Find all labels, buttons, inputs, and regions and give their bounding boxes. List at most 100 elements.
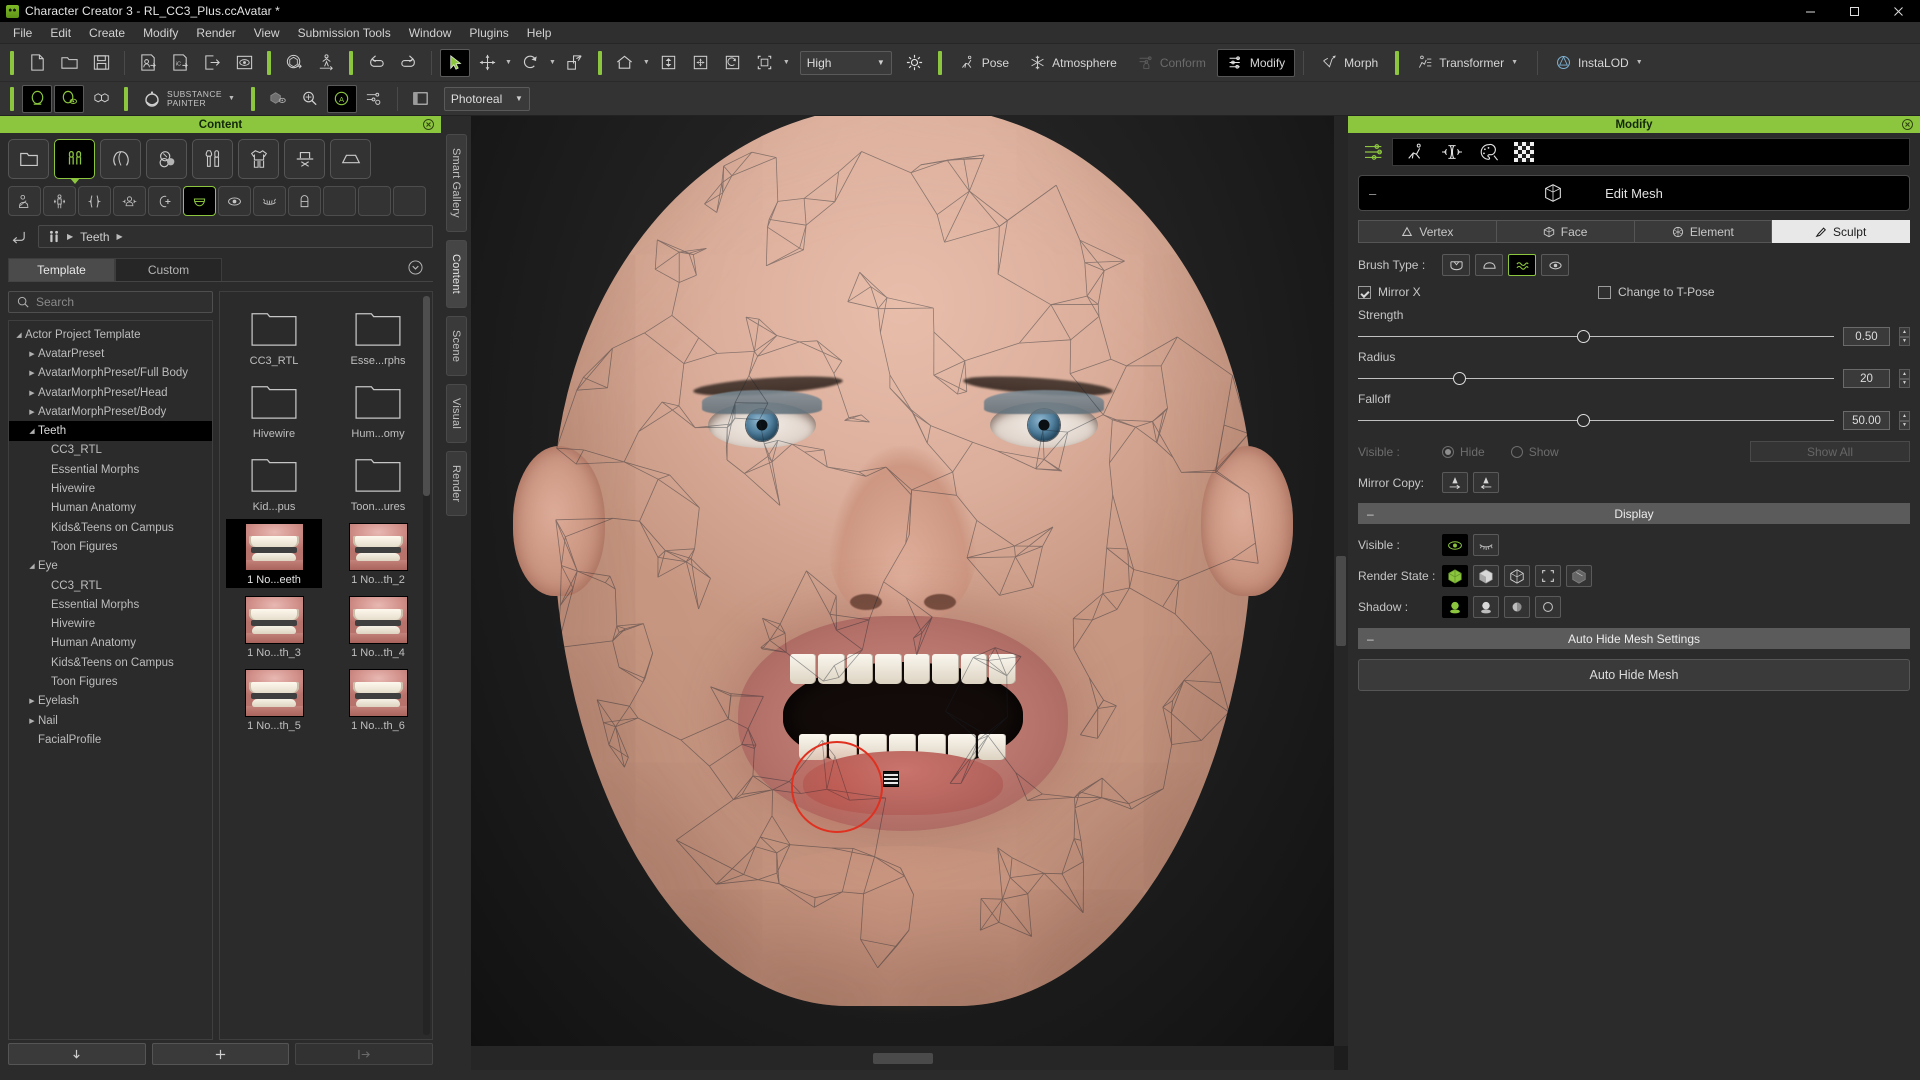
auto-hide-section-header[interactable]: – Auto Hide Mesh Settings: [1358, 628, 1910, 649]
head-morph-icon[interactable]: [113, 186, 146, 216]
menu-file[interactable]: File: [4, 23, 41, 43]
cloth-category-icon[interactable]: [238, 139, 279, 179]
asset-grid-scrollbar[interactable]: [423, 296, 430, 1035]
appearance-icon[interactable]: A: [326, 84, 357, 113]
tree-node[interactable]: ▶ Eyelash: [9, 692, 212, 711]
menu-edit[interactable]: Edit: [41, 23, 80, 43]
checker-texture-icon[interactable]: [1509, 140, 1539, 164]
viewport-horizontal-scrollbar-thumb[interactable]: [872, 1052, 933, 1064]
viewport-vertical-scrollbar[interactable]: [1334, 116, 1348, 1046]
asset-grid-item[interactable]: 1 No...th_6: [330, 665, 426, 734]
move-tool-caret-icon[interactable]: ▼: [505, 59, 512, 66]
transparent-cube-icon[interactable]: [1566, 565, 1592, 587]
3d-object-icon[interactable]: [279, 49, 309, 77]
teeth-icon[interactable]: [183, 186, 216, 216]
tree-node[interactable]: Kids&Teens on Campus: [9, 518, 212, 537]
redo-icon[interactable]: [393, 49, 423, 77]
template-tree[interactable]: ◢ Actor Project Template ▶ AvatarPreset ▶ Ava…: [8, 320, 213, 1040]
avatar-category-icon[interactable]: [54, 139, 95, 184]
asset-grid-scrollbar-thumb[interactable]: [423, 296, 430, 496]
tree-node[interactable]: ◢ Actor Project Template: [9, 325, 212, 344]
eyelash-icon[interactable]: [253, 186, 286, 216]
breadcrumb-item-teeth[interactable]: Teeth: [80, 230, 109, 244]
eye-open-icon[interactable]: [1442, 534, 1468, 556]
modify-panel-close-icon[interactable]: [1900, 117, 1914, 131]
visible-show-radio-dot[interactable]: [1510, 445, 1523, 458]
download-arrow-icon[interactable]: [8, 1043, 146, 1065]
tab-modify[interactable]: Modify: [1216, 48, 1296, 77]
head-add-icon[interactable]: [148, 186, 181, 216]
twisty-down-icon[interactable]: ◢: [26, 562, 38, 570]
menu-view[interactable]: View: [245, 23, 289, 43]
chevron-down-circle-icon[interactable]: [408, 259, 423, 280]
viewport-stage[interactable]: [471, 116, 1334, 1046]
radius-slider-knob[interactable]: [1453, 371, 1467, 385]
full-body-icon[interactable]: [43, 186, 76, 216]
visible-hide-radio-dot[interactable]: [1442, 445, 1454, 458]
shaded-cube-icon[interactable]: [1473, 565, 1499, 587]
select-tool-icon[interactable]: [440, 48, 470, 77]
vtab-scene[interactable]: Scene: [445, 315, 467, 376]
home-view-icon[interactable]: [610, 49, 640, 77]
tree-node[interactable]: Essential Morphs: [9, 460, 212, 479]
mode-sculpt[interactable]: Sculpt: [1772, 220, 1910, 243]
tree-node[interactable]: Toon Figures: [9, 672, 212, 691]
tree-node[interactable]: Essential Morphs: [9, 595, 212, 614]
pose-edit-icon[interactable]: [1401, 140, 1431, 164]
visible-hide-radio[interactable]: Hide: [1442, 445, 1485, 459]
smooth-brush-icon[interactable]: [1508, 254, 1536, 276]
display-section-header[interactable]: – Display: [1358, 503, 1910, 524]
asset-grid-item[interactable]: 1 No...th_2: [330, 519, 426, 588]
asset-grid-item[interactable]: Hum...omy: [330, 373, 426, 442]
blank-slot-3-icon[interactable]: [393, 186, 426, 216]
solid-cube-icon[interactable]: [1442, 565, 1468, 587]
tab-morph[interactable]: Morph: [1312, 49, 1387, 77]
dice-icon[interactable]: [86, 85, 116, 113]
strength-slider-knob[interactable]: [1576, 329, 1590, 343]
quality-select[interactable]: High ▼: [799, 50, 892, 75]
render-mode-select[interactable]: Photoreal ▼: [443, 86, 530, 111]
substance-painter-button[interactable]: SUBSTANCE PAINTER ▼: [136, 85, 243, 113]
asset-grid-item[interactable]: 1 No...th_3: [226, 592, 322, 661]
tree-node[interactable]: CC3_RTL: [9, 441, 212, 460]
shadow-flat-icon[interactable]: [1504, 596, 1530, 618]
tab-template[interactable]: Template: [8, 258, 115, 281]
body-suit-icon[interactable]: [8, 186, 41, 216]
twisty-right-icon[interactable]: ▶: [26, 350, 38, 358]
radius-value[interactable]: 20: [1843, 369, 1890, 388]
body-parts-icon[interactable]: [78, 186, 111, 216]
tree-node[interactable]: FacialProfile: [9, 730, 212, 749]
move-tool-icon[interactable]: [472, 49, 502, 77]
accessory-category-icon[interactable]: [284, 139, 325, 179]
export-icon[interactable]: [197, 49, 227, 77]
falloff-slider[interactable]: [1358, 413, 1834, 429]
twisty-right-icon[interactable]: ▶: [26, 389, 38, 397]
viewport-horizontal-scrollbar[interactable]: [471, 1046, 1334, 1070]
shadow-off-icon[interactable]: [1535, 596, 1561, 618]
material-palette-icon[interactable]: [1473, 140, 1503, 164]
inflate-brush-icon[interactable]: [1475, 254, 1503, 276]
blank-slot-2-icon[interactable]: [358, 186, 391, 216]
asset-grid-item[interactable]: 1 No...eeth: [226, 519, 322, 588]
tree-node[interactable]: Kids&Teens on Campus: [9, 653, 212, 672]
asset-grid-item[interactable]: CC3_RTL: [226, 300, 322, 369]
tree-node[interactable]: ◢ Eye: [9, 557, 212, 576]
menu-modify[interactable]: Modify: [134, 23, 187, 43]
tree-node[interactable]: ▶ Nail: [9, 711, 212, 730]
visible-show-radio[interactable]: Show: [1510, 445, 1559, 459]
viewport-vertical-scrollbar-thumb[interactable]: [1336, 556, 1346, 646]
tab-atmosphere[interactable]: Atmosphere: [1020, 49, 1126, 77]
motion-icon[interactable]: [311, 49, 341, 77]
asset-grid-item[interactable]: 1 No...th_4: [330, 592, 426, 661]
eye-closed-icon[interactable]: [1473, 534, 1499, 556]
falloff-slider-knob[interactable]: [1576, 413, 1590, 427]
tree-node[interactable]: ▶ AvatarPreset: [9, 344, 212, 363]
menu-render[interactable]: Render: [187, 23, 244, 43]
wireframe-cube-icon[interactable]: [1504, 565, 1530, 587]
material-icon[interactable]: [263, 85, 293, 113]
mode-face[interactable]: Face: [1496, 220, 1635, 243]
vtab-content[interactable]: Content: [445, 239, 467, 308]
head-eye-icon[interactable]: [54, 84, 84, 113]
mode-element[interactable]: Element: [1634, 220, 1773, 243]
change-to-tpose-checkbox-box[interactable]: [1598, 285, 1611, 299]
